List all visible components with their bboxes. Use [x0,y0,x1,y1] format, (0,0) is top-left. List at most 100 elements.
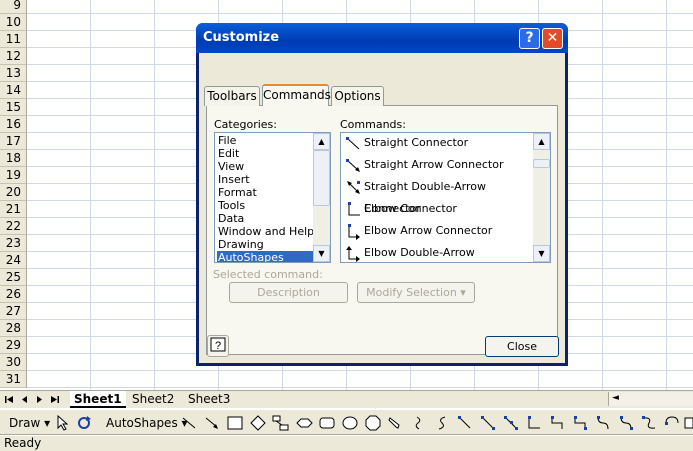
prev-sheet-icon[interactable] [18,393,31,406]
oval-icon[interactable] [341,415,359,431]
row-header[interactable]: 24 [0,252,27,269]
connector-5-icon[interactable] [548,415,566,431]
modify-selection-button[interactable]: Modify Selection ▾ [357,282,475,303]
row-header[interactable]: 13 [0,65,27,82]
rounded-rectangle-icon[interactable] [318,415,336,431]
commands-tab-panel: Categories: File Edit View Insert Format Tool… [206,105,558,355]
scroll-down-icon[interactable]: ▼ [313,245,330,262]
category-item[interactable]: View [217,160,244,173]
hexagon-flat-icon[interactable] [295,415,313,431]
tab-commands[interactable]: Commands [262,84,331,106]
category-item[interactable]: Insert [217,173,250,186]
scroll-down-icon[interactable]: ▼ [533,245,550,262]
row-header[interactable]: 31 [0,371,27,388]
row-header[interactable]: 20 [0,184,27,201]
draw-menu-button[interactable]: Draw ▾ [6,413,53,433]
autoshapes-menu-button[interactable]: AutoShapes ▾ [103,413,191,433]
scroll-up-icon[interactable]: ▲ [313,133,330,150]
pen-icon[interactable] [387,415,405,431]
category-item[interactable]: Data [217,212,244,225]
line-icon[interactable] [180,415,198,431]
first-sheet-icon[interactable] [3,393,16,406]
category-item[interactable]: Window and Help [217,225,314,238]
row-header[interactable]: 22 [0,218,27,235]
category-item[interactable]: Format [217,186,257,199]
row-header[interactable]: 14 [0,82,27,99]
command-label: Elbow Double-Arrow Connector [364,246,475,259]
connector-8-icon[interactable] [617,415,635,431]
diamond-icon[interactable] [249,415,267,431]
scroll-up-icon[interactable]: ▲ [533,133,550,150]
s-curve-icon[interactable] [433,415,451,431]
commands-scrollbar[interactable]: ▲ ▼ [533,133,550,262]
help-icon[interactable]: ? [207,335,229,357]
close-button[interactable]: Close [485,336,559,357]
command-item[interactable]: Elbow Connector [343,198,533,220]
categories-scrollbar[interactable]: ▲ ▼ [313,133,330,262]
row-header[interactable]: 21 [0,201,27,218]
row-header[interactable]: 16 [0,116,27,133]
row-header[interactable]: 12 [0,48,27,65]
connector-1-icon[interactable] [456,415,474,431]
connector-icon [346,159,360,172]
grid-line [27,370,693,371]
connector-3-icon[interactable] [502,415,520,431]
tab-toolbars[interactable]: Toolbars [204,86,260,106]
category-item[interactable]: AutoShapes [217,251,313,262]
row-header[interactable]: 11 [0,31,27,48]
row-header[interactable]: 27 [0,303,27,320]
row-header[interactable]: 15 [0,99,27,116]
row-header[interactable]: 29 [0,337,27,354]
sheet-tab-3[interactable]: Sheet3 [184,391,234,408]
command-item[interactable]: Straight Arrow Connector [343,154,533,176]
row-header[interactable]: 9 [0,0,27,14]
command-item[interactable]: Straight Connector [343,133,533,154]
row-header[interactable]: 28 [0,320,27,337]
categories-listbox[interactable]: File Edit View Insert Format Tools Data Window … [214,132,331,263]
row-header[interactable]: 23 [0,235,27,252]
connector-icon [346,137,360,150]
row-header[interactable]: 26 [0,286,27,303]
command-item[interactable]: Elbow Arrow Connector [343,220,533,242]
octagon-icon[interactable] [364,415,382,431]
category-item[interactable]: Edit [217,147,239,160]
rectangle-icon[interactable] [226,415,244,431]
more-shapes-icon[interactable] [684,415,693,431]
help-title-button[interactable]: ? [519,28,540,49]
categories-label: Categories: [214,118,277,131]
connector-4-icon[interactable] [525,415,543,431]
row-header[interactable]: 17 [0,133,27,150]
command-item[interactable]: Elbow Double-Arrow Connector [343,242,533,262]
connector-10-icon[interactable] [663,415,681,431]
scroll-thumb[interactable] [313,150,330,206]
tab-options[interactable]: Options [331,86,384,106]
horizontal-scrollbar[interactable]: ◄ [608,392,693,406]
select-objects-icon[interactable] [54,415,72,431]
last-sheet-icon[interactable] [48,393,61,406]
row-header[interactable]: 10 [0,14,27,31]
connector-9-icon[interactable] [640,415,658,431]
row-header[interactable]: 19 [0,167,27,184]
flowchart-icon[interactable] [272,415,290,431]
scroll-left-icon[interactable]: ◄ [612,393,619,403]
row-header[interactable]: 30 [0,354,27,371]
connector-6-icon[interactable] [571,415,589,431]
arrow-icon[interactable] [203,415,221,431]
description-button[interactable]: Description [229,282,348,303]
scroll-thumb[interactable] [533,159,550,168]
commands-listbox[interactable]: Straight Connector Straight Arrow Connect… [340,132,551,263]
next-sheet-icon[interactable] [33,393,46,406]
category-item[interactable]: File [217,134,236,147]
close-title-button[interactable]: ✕ [542,28,563,49]
row-header[interactable]: 25 [0,269,27,286]
row-header[interactable]: 18 [0,150,27,167]
sheet-tab-1[interactable]: Sheet1 [70,391,126,408]
sheet-tab-2[interactable]: Sheet2 [128,391,178,408]
category-item[interactable]: Tools [217,199,245,212]
category-item[interactable]: Drawing [217,238,264,251]
free-rotate-icon[interactable] [75,415,93,431]
connector-2-icon[interactable] [479,415,497,431]
command-item[interactable]: Straight Double-Arrow Connector [343,176,533,215]
connector-7-icon[interactable] [594,415,612,431]
squiggle-icon[interactable] [410,415,428,431]
